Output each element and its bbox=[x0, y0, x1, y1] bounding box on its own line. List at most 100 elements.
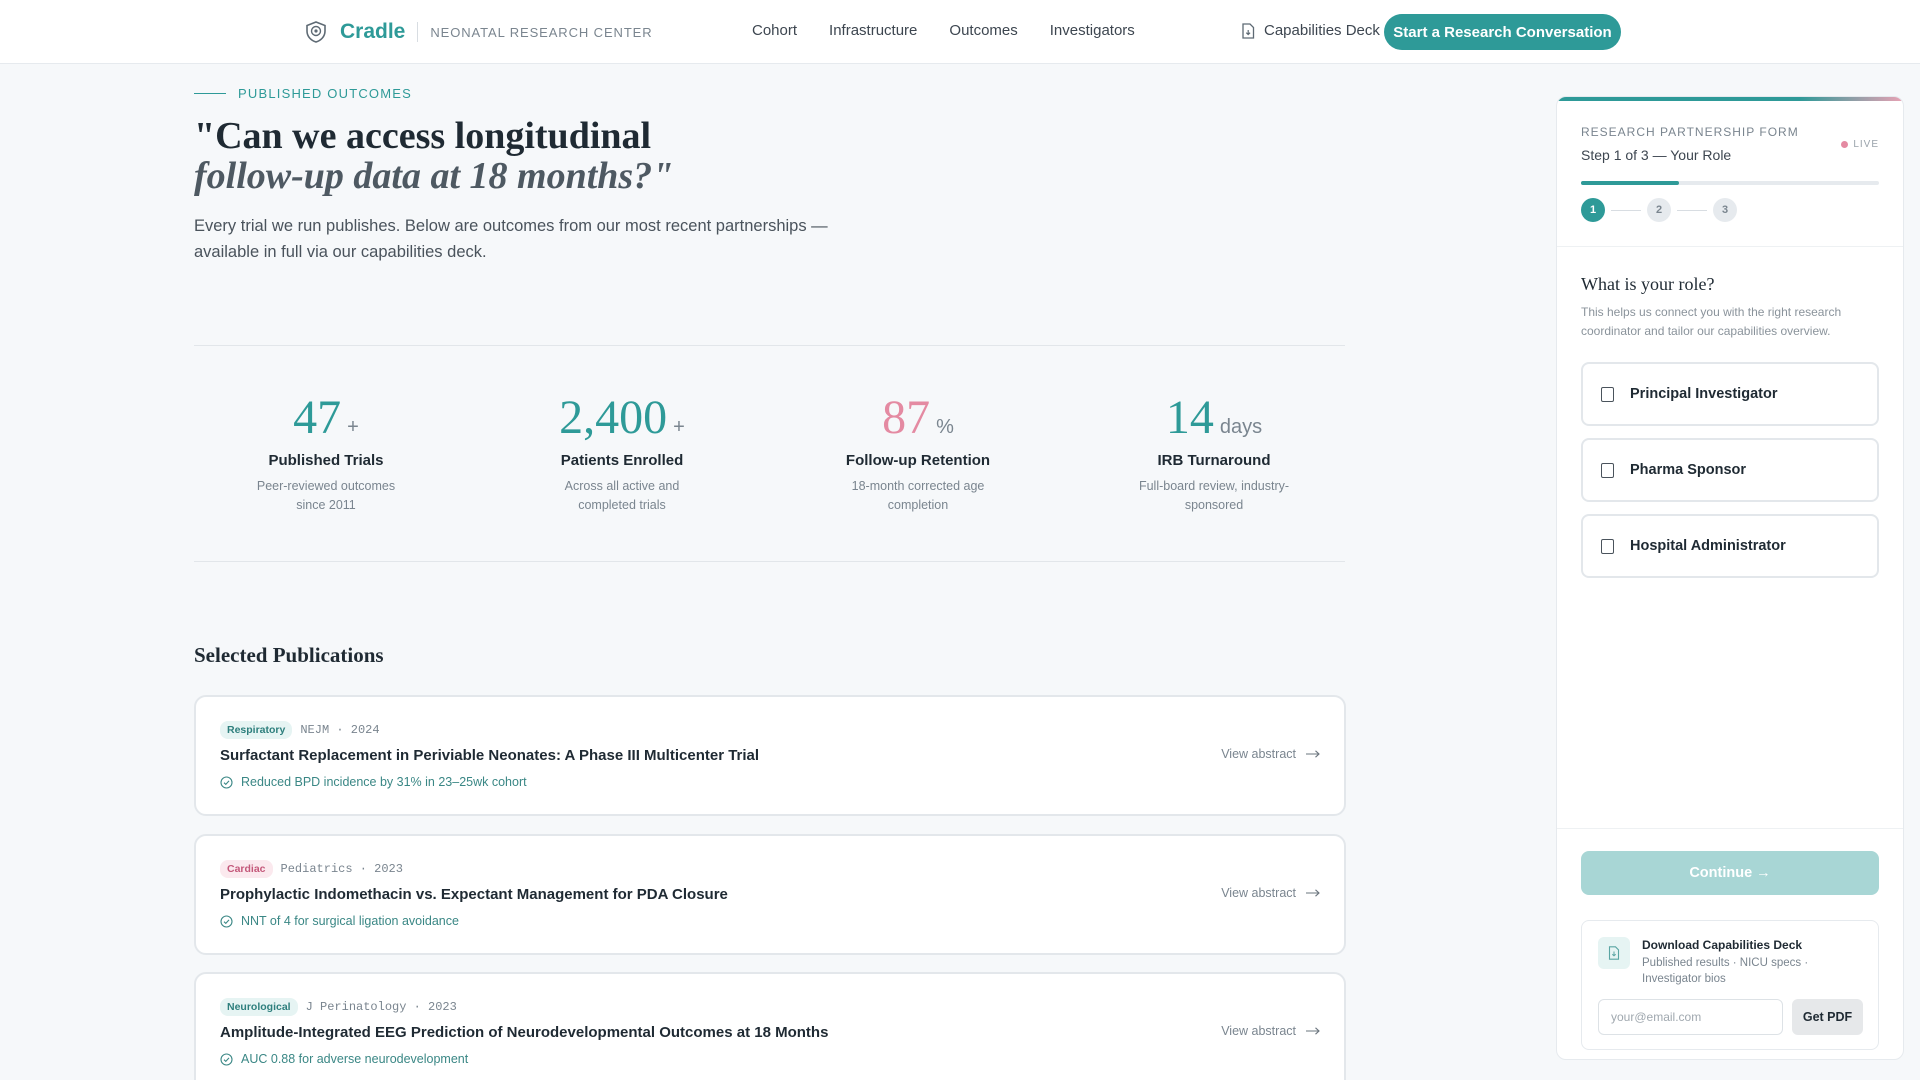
eyebrow-line bbox=[194, 93, 226, 94]
stat-description: Across all active and completed trials bbox=[564, 479, 680, 512]
checkbox-icon bbox=[1601, 462, 1614, 478]
stat-number: 47 bbox=[293, 391, 342, 444]
role-option-label: Principal Investigator bbox=[1630, 386, 1778, 402]
stats-bottom-divider bbox=[194, 561, 1345, 562]
capabilities-deck-label: Capabilities Deck bbox=[1264, 22, 1380, 39]
capabilities-deck-link[interactable]: Capabilities Deck bbox=[1241, 22, 1380, 39]
section-eyebrow: PUBLISHED OUTCOMES bbox=[194, 86, 412, 101]
top-header: Cradle NEONATAL RESEARCH CENTER Cohort I… bbox=[0, 0, 1920, 64]
start-conversation-button[interactable]: Start a Research Conversation bbox=[1384, 14, 1621, 50]
stat-description: Peer-reviewed outcomes since 2011 bbox=[256, 479, 396, 512]
publication-outcome: AUC 0.88 for adverse neurodevelopment bbox=[220, 1052, 468, 1066]
publication-outcome-text: AUC 0.88 for adverse neurodevelopment bbox=[241, 1052, 469, 1066]
role-option-pharma-sponsor[interactable]: Pharma Sponsor bbox=[1581, 438, 1879, 502]
panel-divider bbox=[1557, 246, 1903, 247]
brand-subtitle: NEONATAL RESEARCH CENTER bbox=[430, 24, 653, 40]
check-circle-icon bbox=[220, 775, 233, 789]
stat-patients-enrolled: 2,400 + Patients Enrolled Across all act… bbox=[502, 390, 742, 515]
stat-value: 47 + bbox=[206, 390, 446, 446]
live-indicator: LIVE bbox=[1841, 139, 1879, 150]
checkbox-icon bbox=[1601, 386, 1614, 402]
email-input[interactable] bbox=[1598, 999, 1783, 1035]
role-question: What is your role? bbox=[1581, 274, 1715, 294]
step-text: Step 1 of 3 — Your Role bbox=[1581, 147, 1732, 163]
stat-value: 87 % bbox=[798, 390, 1038, 446]
stat-description: Full-board review, industry-sponsored bbox=[1138, 479, 1290, 512]
view-abstract-label: View abstract bbox=[1221, 886, 1296, 900]
stat-value: 2,400 + bbox=[502, 390, 742, 446]
arrow-right-icon bbox=[1306, 750, 1320, 758]
check-circle-icon bbox=[220, 914, 233, 928]
main-nav: Cohort Infrastructure Outcomes Investiga… bbox=[752, 22, 1135, 39]
eyebrow-label: PUBLISHED OUTCOMES bbox=[238, 86, 413, 101]
stats-top-divider bbox=[194, 345, 1345, 346]
view-abstract-link[interactable]: View abstract bbox=[1221, 1024, 1320, 1038]
stat-irb-turnaround: 14 days IRB Turnaround Full-board review… bbox=[1094, 390, 1334, 515]
stat-suffix: + bbox=[673, 416, 685, 438]
brand-divider bbox=[417, 22, 419, 42]
publication-card[interactable]: Cardiac Pediatrics · 2023 Prophylactic I… bbox=[194, 834, 1346, 955]
publication-journal: J Perinatology · 2023 bbox=[305, 1000, 457, 1014]
progress-bar bbox=[1581, 181, 1879, 185]
view-abstract-link[interactable]: View abstract bbox=[1221, 747, 1320, 761]
publication-outcome: Reduced BPD incidence by 31% in 23–25wk … bbox=[220, 775, 527, 789]
panel-accent-bar bbox=[1557, 97, 1903, 101]
deck-description: Published results · NICU specs · Investi… bbox=[1642, 957, 1809, 985]
nav-investigators[interactable]: Investigators bbox=[1050, 22, 1135, 39]
hero-description: Every trial we run publishes. Below are … bbox=[194, 217, 828, 261]
deck-title: Download Capabilities Deck bbox=[1642, 938, 1803, 952]
form-label: RESEARCH PARTNERSHIP FORM bbox=[1581, 125, 1799, 139]
stat-description: 18-month corrected age completion bbox=[851, 479, 985, 512]
hero-question-line2: follow-up data at 18 months?" bbox=[194, 155, 674, 197]
panel-footer-divider bbox=[1557, 828, 1903, 829]
step-connector bbox=[1677, 209, 1707, 211]
role-option-label: Pharma Sponsor bbox=[1630, 462, 1747, 478]
publication-journal: NEJM · 2024 bbox=[300, 723, 380, 737]
nav-outcomes[interactable]: Outcomes bbox=[949, 22, 1017, 39]
view-abstract-link[interactable]: View abstract bbox=[1221, 886, 1320, 900]
category-tag: Respiratory bbox=[220, 721, 293, 739]
nav-cohort[interactable]: Cohort bbox=[752, 22, 797, 39]
brand[interactable]: Cradle NEONATAL RESEARCH CENTER bbox=[305, 20, 653, 44]
stat-suffix: % bbox=[936, 416, 954, 438]
document-icon bbox=[1242, 22, 1255, 39]
stat-suffix: days bbox=[1219, 416, 1263, 438]
shield-logo-icon bbox=[306, 21, 326, 43]
get-pdf-button[interactable]: Get PDF bbox=[1792, 999, 1863, 1035]
view-abstract-label: View abstract bbox=[1221, 747, 1296, 761]
stat-label: Patients Enrolled bbox=[560, 452, 684, 469]
publication-meta: Respiratory NEJM · 2024 bbox=[220, 721, 380, 739]
partnership-form-panel: RESEARCH PARTNERSHIP FORM LIVE Step 1 of… bbox=[1556, 96, 1904, 1060]
continue-button[interactable]: Continue → bbox=[1581, 851, 1879, 895]
step-indicator: 1 2 3 bbox=[1581, 198, 1737, 222]
publication-meta: Neurological J Perinatology · 2023 bbox=[220, 998, 457, 1016]
arrow-right-icon bbox=[1306, 889, 1320, 897]
publication-title: Prophylactic Indomethacin vs. Expectant … bbox=[220, 886, 728, 903]
brand-name: Cradle bbox=[340, 20, 406, 43]
publication-meta: Cardiac Pediatrics · 2023 bbox=[220, 860, 403, 878]
publication-card[interactable]: Neurological J Perinatology · 2023 Ampli… bbox=[194, 972, 1346, 1080]
check-circle-icon bbox=[220, 1052, 233, 1066]
live-dot-icon bbox=[1841, 141, 1849, 148]
stat-value: 14 days bbox=[1094, 390, 1334, 446]
role-option-principal-investigator[interactable]: Principal Investigator bbox=[1581, 362, 1879, 426]
nav-infrastructure[interactable]: Infrastructure bbox=[829, 22, 917, 39]
publication-card[interactable]: Respiratory NEJM · 2024 Surfactant Repla… bbox=[194, 695, 1346, 816]
role-help-text: This helps us connect you with the right… bbox=[1581, 305, 1842, 338]
stat-number: 87 bbox=[882, 391, 931, 444]
publications-title: Selected Publications bbox=[194, 643, 384, 667]
stat-label: IRB Turnaround bbox=[1157, 452, 1271, 469]
live-label: LIVE bbox=[1853, 139, 1879, 150]
publication-outcome-text: NNT of 4 for surgical ligation avoidance bbox=[241, 914, 459, 928]
step-connector bbox=[1611, 209, 1641, 211]
stat-label: Published Trials bbox=[268, 452, 384, 469]
category-tag: Neurological bbox=[220, 998, 298, 1016]
role-option-hospital-administrator[interactable]: Hospital Administrator bbox=[1581, 514, 1879, 578]
stat-follow-up-retention: 87 % Follow-up Retention 18-month correc… bbox=[798, 390, 1038, 515]
download-deck-card: Download Capabilities Deck Published res… bbox=[1581, 920, 1879, 1050]
stat-published-trials: 47 + Published Trials Peer-reviewed outc… bbox=[206, 390, 446, 515]
publication-outcome-text: Reduced BPD incidence by 31% in 23–25wk … bbox=[241, 775, 527, 789]
publication-title: Amplitude-Integrated EEG Prediction of N… bbox=[220, 1024, 829, 1041]
role-option-label: Hospital Administrator bbox=[1630, 538, 1786, 554]
hero-question-line1: "Can we access longitudinal bbox=[194, 115, 652, 157]
